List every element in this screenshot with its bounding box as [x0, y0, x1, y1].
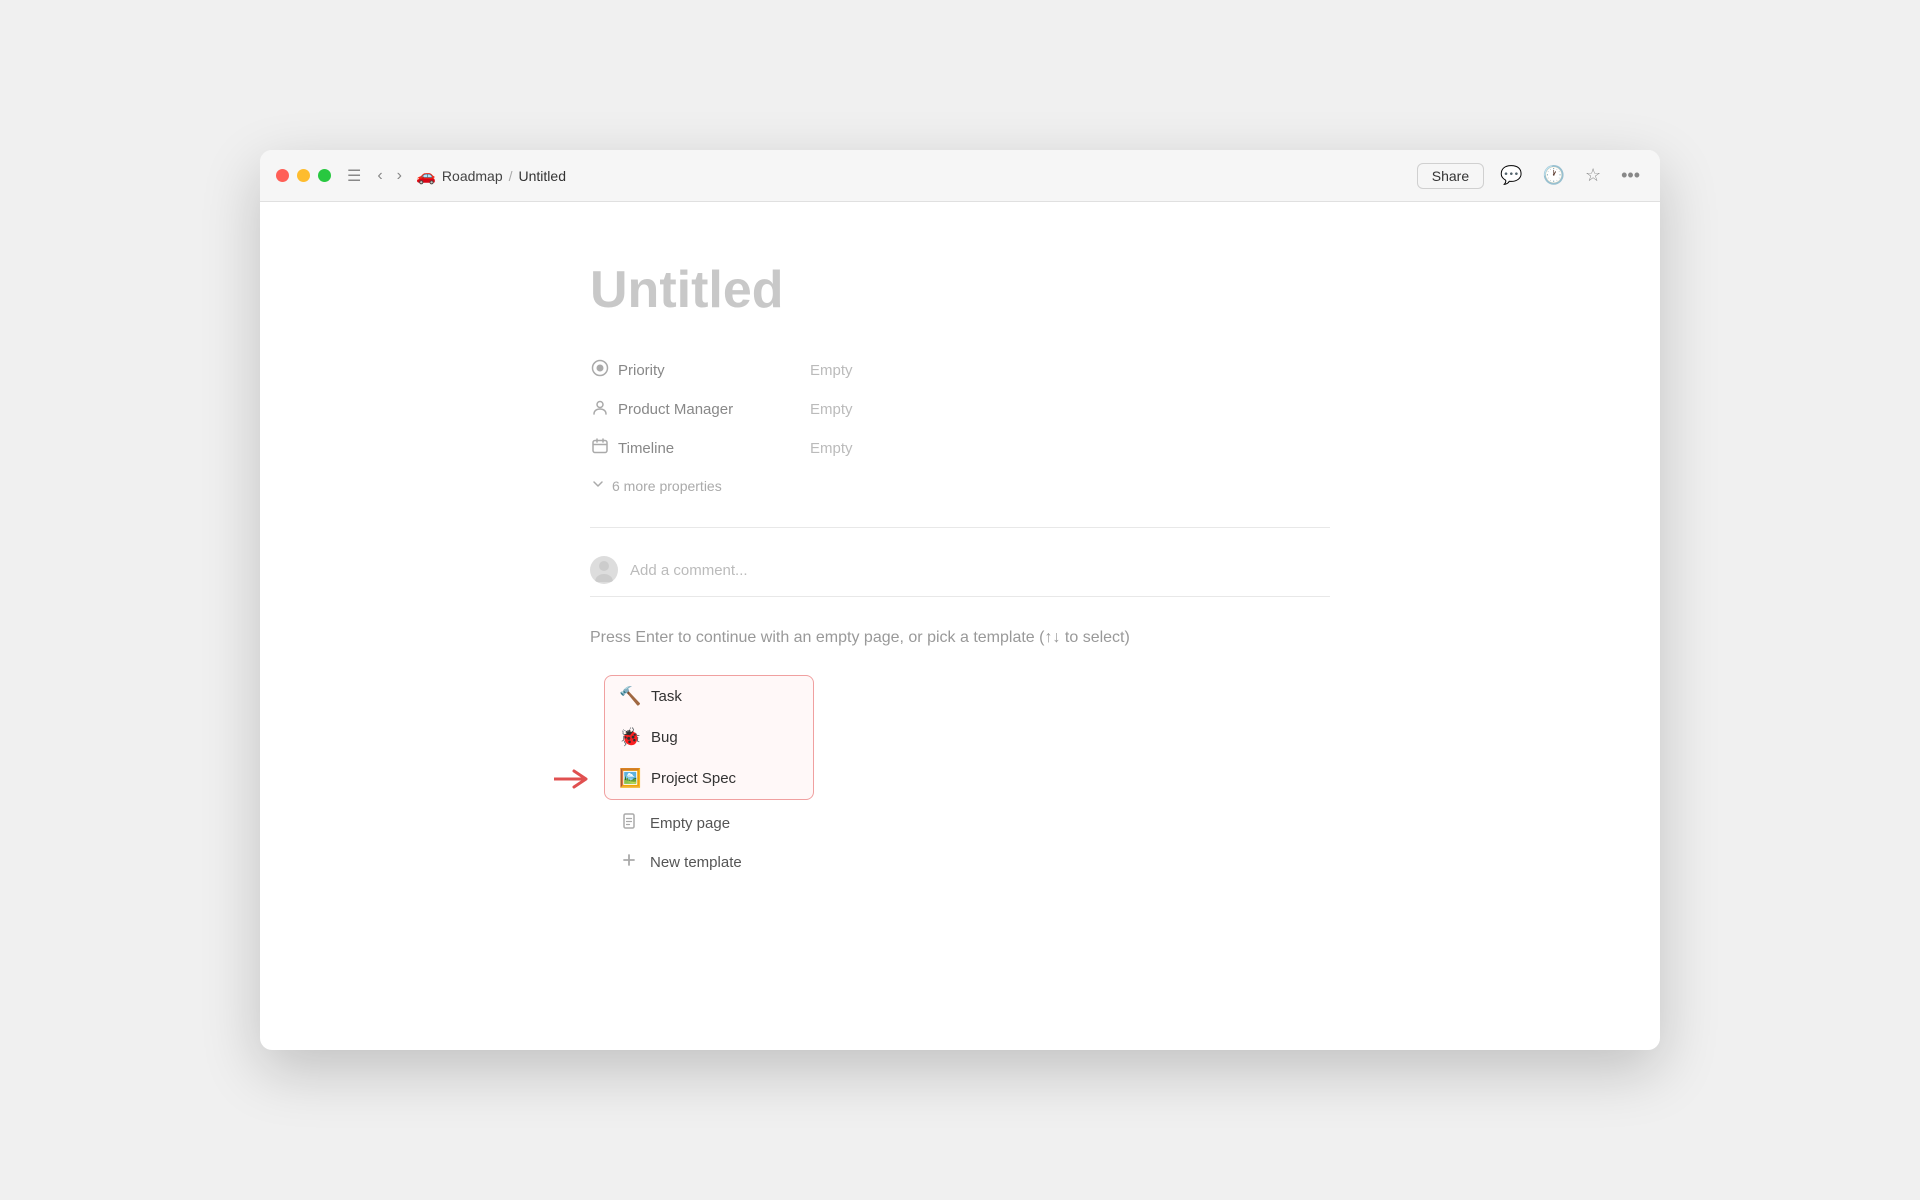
- template-item-bug[interactable]: 🐞 Bug: [605, 717, 813, 758]
- template-item-new-template[interactable]: New template: [604, 843, 814, 882]
- more-icon[interactable]: •••: [1617, 161, 1644, 190]
- titlebar-actions: Share 💬 🕐 ☆ •••: [1417, 161, 1644, 190]
- back-button[interactable]: ‹: [373, 165, 386, 187]
- project-spec-label: Project Spec: [651, 770, 736, 787]
- breadcrumb-current: Untitled: [519, 168, 566, 184]
- timeline-value: Empty: [810, 440, 853, 457]
- task-icon: 🔨: [619, 686, 641, 707]
- template-picker: 🔨 Task 🐞 Bug 🖼️ Project Spec: [604, 675, 814, 882]
- arrow-indicator: [554, 767, 594, 791]
- page-title[interactable]: Untitled: [590, 262, 1330, 319]
- roadmap-emoji: 🚗: [416, 166, 436, 186]
- breadcrumb: 🚗 Roadmap / Untitled: [416, 166, 566, 186]
- property-row-product-manager[interactable]: Product Manager Empty: [590, 390, 1330, 429]
- template-item-project-spec[interactable]: 🖼️ Project Spec: [605, 758, 813, 799]
- window-controls: [276, 169, 331, 182]
- timeline-label: Timeline: [618, 440, 674, 457]
- template-highlighted-group: 🔨 Task 🐞 Bug 🖼️ Project Spec: [604, 675, 814, 800]
- more-properties-toggle[interactable]: 6 more properties: [590, 468, 1330, 503]
- person-icon: [590, 398, 610, 421]
- page-body: Untitled Priority: [510, 262, 1410, 882]
- property-label-priority: Priority: [590, 359, 810, 382]
- properties-section: Priority Empty Product Manager: [590, 351, 1330, 503]
- template-item-empty-page[interactable]: Empty page: [604, 804, 814, 843]
- product-manager-label: Product Manager: [618, 401, 733, 418]
- property-label-timeline: Timeline: [590, 437, 810, 460]
- titlebar: ☰ ‹ › 🚗 Roadmap / Untitled Share 💬 🕐 ☆ •…: [260, 150, 1660, 202]
- plus-icon: [618, 852, 640, 873]
- project-spec-icon: 🖼️: [619, 768, 641, 789]
- chevron-down-icon: [590, 476, 606, 495]
- close-button[interactable]: [276, 169, 289, 182]
- product-manager-value: Empty: [810, 401, 853, 418]
- user-avatar: [590, 556, 618, 584]
- nav-arrows: ‹ ›: [373, 165, 406, 187]
- app-window: ☰ ‹ › 🚗 Roadmap / Untitled Share 💬 🕐 ☆ •…: [260, 150, 1660, 1050]
- star-icon[interactable]: ☆: [1581, 161, 1605, 190]
- empty-page-label: Empty page: [650, 815, 730, 832]
- page-icon: [618, 813, 640, 834]
- priority-value: Empty: [810, 362, 853, 379]
- bug-label: Bug: [651, 729, 678, 746]
- breadcrumb-separator: /: [509, 168, 513, 184]
- share-button[interactable]: Share: [1417, 163, 1484, 189]
- calendar-icon: [590, 437, 610, 460]
- property-row-timeline[interactable]: Timeline Empty: [590, 429, 1330, 468]
- new-template-label: New template: [650, 854, 742, 871]
- property-row-priority[interactable]: Priority Empty: [590, 351, 1330, 390]
- task-label: Task: [651, 688, 682, 705]
- minimize-button[interactable]: [297, 169, 310, 182]
- history-icon[interactable]: 🕐: [1539, 161, 1569, 190]
- priority-icon: [590, 359, 610, 382]
- comment-area[interactable]: Add a comment...: [590, 544, 1330, 597]
- bug-icon: 🐞: [619, 727, 641, 748]
- forward-button[interactable]: ›: [393, 165, 406, 187]
- breadcrumb-parent[interactable]: Roadmap: [442, 168, 503, 184]
- maximize-button[interactable]: [318, 169, 331, 182]
- hamburger-icon[interactable]: ☰: [347, 166, 361, 186]
- comment-placeholder[interactable]: Add a comment...: [630, 562, 748, 579]
- properties-divider: [590, 527, 1330, 528]
- priority-label: Priority: [618, 362, 665, 379]
- more-properties-label: 6 more properties: [612, 478, 722, 494]
- comment-icon[interactable]: 💬: [1496, 161, 1526, 190]
- main-content: Untitled Priority: [260, 202, 1660, 1050]
- template-others-group: Empty page New template: [604, 804, 814, 882]
- template-hint: Press Enter to continue with an empty pa…: [590, 629, 1330, 647]
- template-item-task[interactable]: 🔨 Task: [605, 676, 813, 717]
- property-label-product-manager: Product Manager: [590, 398, 810, 421]
